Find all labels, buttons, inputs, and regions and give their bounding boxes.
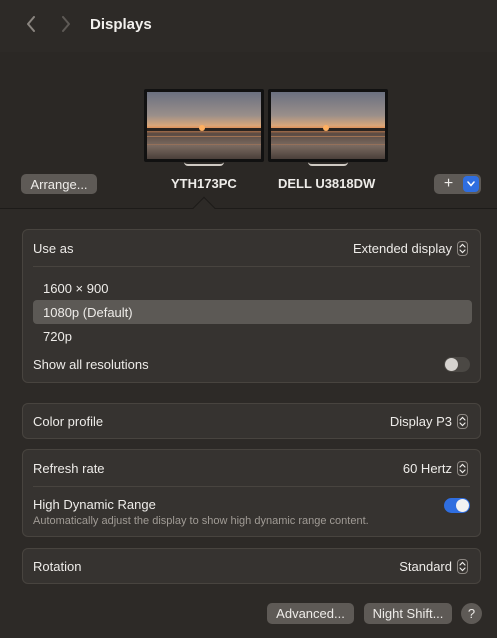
use-as-card: Use as Extended display 1600 × 900 1080p… [22, 229, 481, 383]
hdr-label: High Dynamic Range [33, 497, 156, 512]
section-divider [0, 208, 497, 209]
rotation-label: Rotation [33, 558, 82, 574]
row-divider [33, 486, 470, 487]
popup-arrows-icon [457, 240, 468, 256]
back-button[interactable] [20, 13, 42, 35]
chevron-right-icon [62, 16, 70, 32]
show-all-resolutions-row: Show all resolutions [23, 352, 480, 376]
use-as-popup[interactable]: Extended display [352, 240, 468, 256]
color-profile-label: Color profile [33, 413, 104, 429]
sunset-wallpaper-image [147, 92, 261, 159]
rotation-popup[interactable]: Standard [399, 558, 468, 574]
refresh-rate-row: Refresh rate 60 Hertz [23, 450, 480, 486]
display-thumbnail-1[interactable] [144, 89, 264, 162]
resolution-option-720p[interactable]: 720p [33, 324, 472, 348]
refresh-rate-value: 60 Hertz [402, 460, 452, 476]
display-arrangement: Arrange... YTH173PC DELL U3818DW + [0, 52, 497, 208]
add-display-menu-button[interactable] [463, 176, 479, 192]
advanced-button[interactable]: Advanced... [267, 603, 354, 624]
rotation-card: Rotation Standard [22, 548, 481, 584]
resolution-option-1600x900[interactable]: 1600 × 900 [33, 276, 472, 300]
color-profile-popup[interactable]: Display P3 [389, 413, 468, 429]
display-name-dell[interactable]: DELL U3818DW [278, 176, 375, 191]
sunset-wallpaper-image [271, 92, 385, 159]
use-as-label: Use as [33, 240, 74, 256]
forward-button[interactable] [55, 13, 77, 35]
display-name-yth173pc[interactable]: YTH173PC [171, 176, 237, 191]
add-display-control: + [434, 174, 481, 194]
hdr-toggle[interactable] [444, 498, 470, 513]
refresh-hdr-card: Refresh rate 60 Hertz High Dynamic Range… [22, 449, 481, 537]
rotation-row: Rotation Standard [23, 549, 480, 583]
show-all-resolutions-toggle[interactable] [444, 357, 470, 372]
night-shift-button[interactable]: Night Shift... [364, 603, 452, 624]
display-stand-2 [308, 162, 348, 166]
color-profile-card: Color profile Display P3 [22, 403, 481, 439]
help-button[interactable]: ? [461, 603, 482, 624]
popup-arrows-icon [457, 460, 468, 476]
page-title: Displays [90, 16, 152, 33]
color-profile-value: Display P3 [389, 413, 452, 429]
chevron-left-icon [27, 16, 35, 32]
popup-arrows-icon [457, 413, 468, 429]
display-thumbnail-2[interactable] [268, 89, 388, 162]
popup-arrows-icon [457, 558, 468, 574]
chevron-down-icon [467, 181, 475, 187]
row-divider [33, 266, 470, 267]
titlebar: Displays [0, 0, 497, 52]
resolution-option-1080p[interactable]: 1080p (Default) [33, 300, 472, 324]
show-all-resolutions-label: Show all resolutions [33, 356, 149, 372]
use-as-value: Extended display [352, 240, 452, 256]
displays-window: Displays Arrange... YTH173PC DELL U3818D… [0, 0, 497, 638]
display-stand-1 [184, 162, 224, 166]
rotation-value: Standard [399, 558, 452, 574]
color-profile-row: Color profile Display P3 [23, 404, 480, 438]
arrange-button[interactable]: Arrange... [21, 174, 97, 194]
refresh-rate-label: Refresh rate [33, 460, 105, 476]
add-display-button[interactable]: + [434, 174, 463, 194]
refresh-rate-popup[interactable]: 60 Hertz [402, 460, 468, 476]
use-as-row: Use as Extended display [23, 230, 480, 266]
hdr-description: Automatically adjust the display to show… [33, 515, 369, 527]
